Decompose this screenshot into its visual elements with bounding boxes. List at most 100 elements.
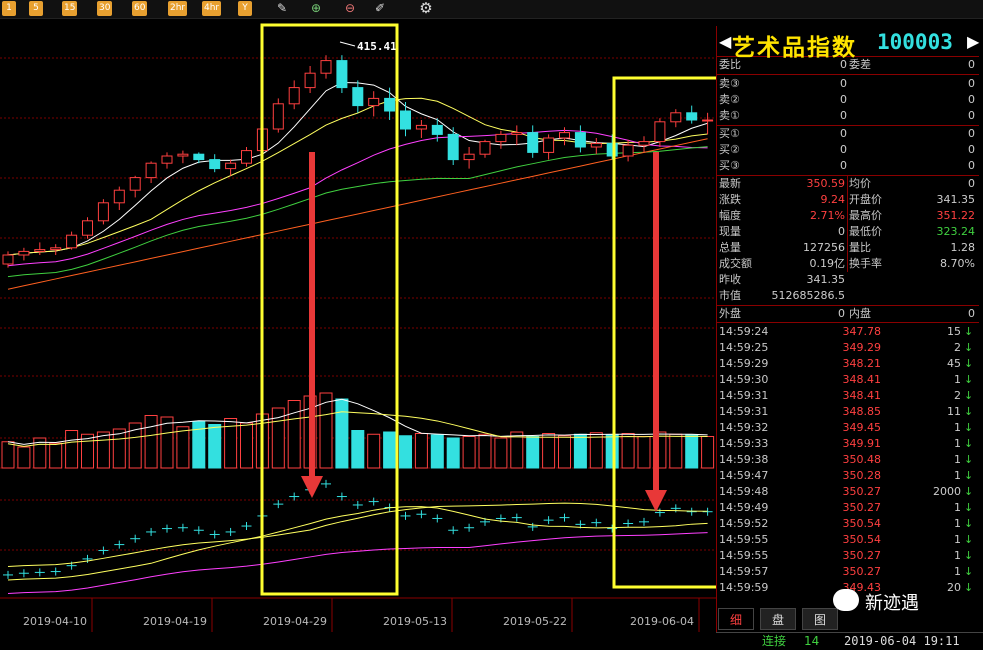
tab-orderbook[interactable]: 盘 xyxy=(760,608,796,630)
x-axis-label: 2019-04-19 xyxy=(143,615,207,628)
candle-body xyxy=(400,110,411,130)
down-arrow-icon: ↓ xyxy=(964,437,974,450)
volume-bar xyxy=(526,436,540,469)
candle-body xyxy=(82,220,93,236)
period-button-5[interactable]: 5 xyxy=(29,1,43,16)
tick-price: 350.54 xyxy=(842,533,882,546)
kline-chart[interactable]: 415.41 2019-04-10 2019-04-19 2019-04-29 201… xyxy=(0,18,716,632)
peak-price-label: 415.41 xyxy=(357,40,397,53)
candle-body xyxy=(447,133,459,161)
ma-line-30 xyxy=(7,146,708,278)
panel-title: ◀ 艺术品指数 100003 ▶ xyxy=(717,26,979,61)
tick-price: 350.54 xyxy=(842,517,882,530)
candle-body xyxy=(622,144,634,157)
volume-bar xyxy=(430,434,444,469)
candle-body xyxy=(288,87,300,105)
volume-bar xyxy=(287,400,301,469)
tick-price: 348.41 xyxy=(842,389,882,402)
volume-bar xyxy=(685,434,699,469)
period-button-4hr[interactable]: 4hr xyxy=(202,1,222,16)
tick-volume: 1 xyxy=(954,533,961,546)
period-button-60[interactable]: 60 xyxy=(132,1,148,16)
down-arrow-icon: ↓ xyxy=(964,549,974,562)
candle-body xyxy=(686,112,698,121)
tick-row: 14:59:55 350.27 1 ↓ xyxy=(717,548,979,564)
volume-bar xyxy=(176,426,190,469)
gear-icon[interactable]: ⚙ xyxy=(418,1,434,16)
tick-row: 14:59:49 350.27 1 ↓ xyxy=(717,500,979,516)
period-button-year[interactable]: Y xyxy=(238,1,252,16)
quote-label: 量比 xyxy=(849,241,871,254)
ask-volume: 0 xyxy=(968,77,975,90)
candle-body xyxy=(177,153,189,157)
tick-volume: 1 xyxy=(954,453,961,466)
candle-body xyxy=(559,132,570,139)
next-arrow-icon[interactable]: ▶ xyxy=(967,32,979,51)
tick-price: 348.85 xyxy=(842,405,882,418)
candle-body xyxy=(574,132,586,148)
tick-time: 14:59:33 xyxy=(719,437,769,450)
weicha-value: 0 xyxy=(968,58,975,71)
tick-row: 14:59:48 350.27 2000 ↓ xyxy=(717,484,979,500)
tab-detail[interactable]: 细 xyxy=(718,608,754,630)
tick-row: 14:59:29 348.21 45 ↓ xyxy=(717,356,979,372)
note-icon[interactable]: ✐ xyxy=(372,1,388,16)
period-button-2hr[interactable]: 2hr xyxy=(168,1,188,16)
prev-close-value: 341.35 xyxy=(806,273,846,286)
indicator-panel xyxy=(3,479,713,594)
period-button-1[interactable]: 1 xyxy=(2,1,16,16)
tick-volume: 1 xyxy=(954,373,961,386)
zoom-in-icon[interactable]: ⊕ xyxy=(308,1,324,16)
ask-price: 0 xyxy=(840,109,847,122)
candle-body xyxy=(415,124,427,130)
bid-volume: 0 xyxy=(968,143,975,156)
tick-price: 350.28 xyxy=(842,469,882,482)
volume-bar xyxy=(399,435,412,469)
period-button-30[interactable]: 30 xyxy=(97,1,113,16)
quote-value: 0 xyxy=(968,177,975,190)
market-cap-value: 512685286.5 xyxy=(771,289,845,302)
zoom-out-icon[interactable]: ⊖ xyxy=(342,1,358,16)
inner-volume-value: 0 xyxy=(968,307,975,320)
status-bar: 连接 14 2019-06-04 19:11 xyxy=(716,632,983,650)
volume-bar xyxy=(414,433,428,469)
volume-bar xyxy=(65,430,79,469)
prev-arrow-icon[interactable]: ◀ xyxy=(719,32,731,51)
volume-bar xyxy=(478,433,492,469)
candle-body xyxy=(272,103,284,130)
shizhi-row: 市值 512685286.5 xyxy=(717,288,979,304)
ask-price: 0 xyxy=(840,77,847,90)
down-arrow-icon: ↓ xyxy=(964,357,974,370)
quote-label: 涨跌 xyxy=(719,193,741,206)
tick-time: 14:59:55 xyxy=(719,533,769,546)
candle-body xyxy=(384,97,396,112)
moving-average-lines xyxy=(7,82,708,290)
candle-body xyxy=(161,155,173,164)
tick-volume: 1 xyxy=(954,437,961,450)
quote-row: 幅度 2.71% 最高价 351.22 xyxy=(717,208,979,224)
candle-body xyxy=(241,150,252,164)
tick-time: 14:59:48 xyxy=(719,485,769,498)
draw-tool-icon[interactable]: ✎ xyxy=(274,1,290,16)
outer-volume-value: 0 xyxy=(838,307,845,320)
tick-row: 14:59:25 349.29 2 ↓ xyxy=(717,340,979,356)
ask-label: 卖① xyxy=(719,109,740,122)
candle-body xyxy=(702,119,714,122)
volume-bar xyxy=(558,435,571,469)
tick-volume: 1 xyxy=(954,421,961,434)
outer-volume-label: 外盘 xyxy=(719,307,741,320)
x-axis-label: 2019-04-10 xyxy=(23,615,87,628)
volume-bar xyxy=(96,431,110,469)
candle-body xyxy=(193,153,205,161)
tick-time: 14:59:24 xyxy=(719,325,769,338)
indicator-line-1 xyxy=(7,506,708,581)
tick-volume: 1 xyxy=(954,549,961,562)
tick-time: 14:59:47 xyxy=(719,469,769,482)
volume-bar xyxy=(669,433,683,469)
ask-price: 0 xyxy=(840,93,847,106)
volume-bar xyxy=(17,446,31,469)
period-button-15[interactable]: 15 xyxy=(62,1,78,16)
candle-body xyxy=(654,121,666,143)
quote-value: 2.71% xyxy=(810,209,845,222)
bid-label: 买③ xyxy=(719,159,740,172)
